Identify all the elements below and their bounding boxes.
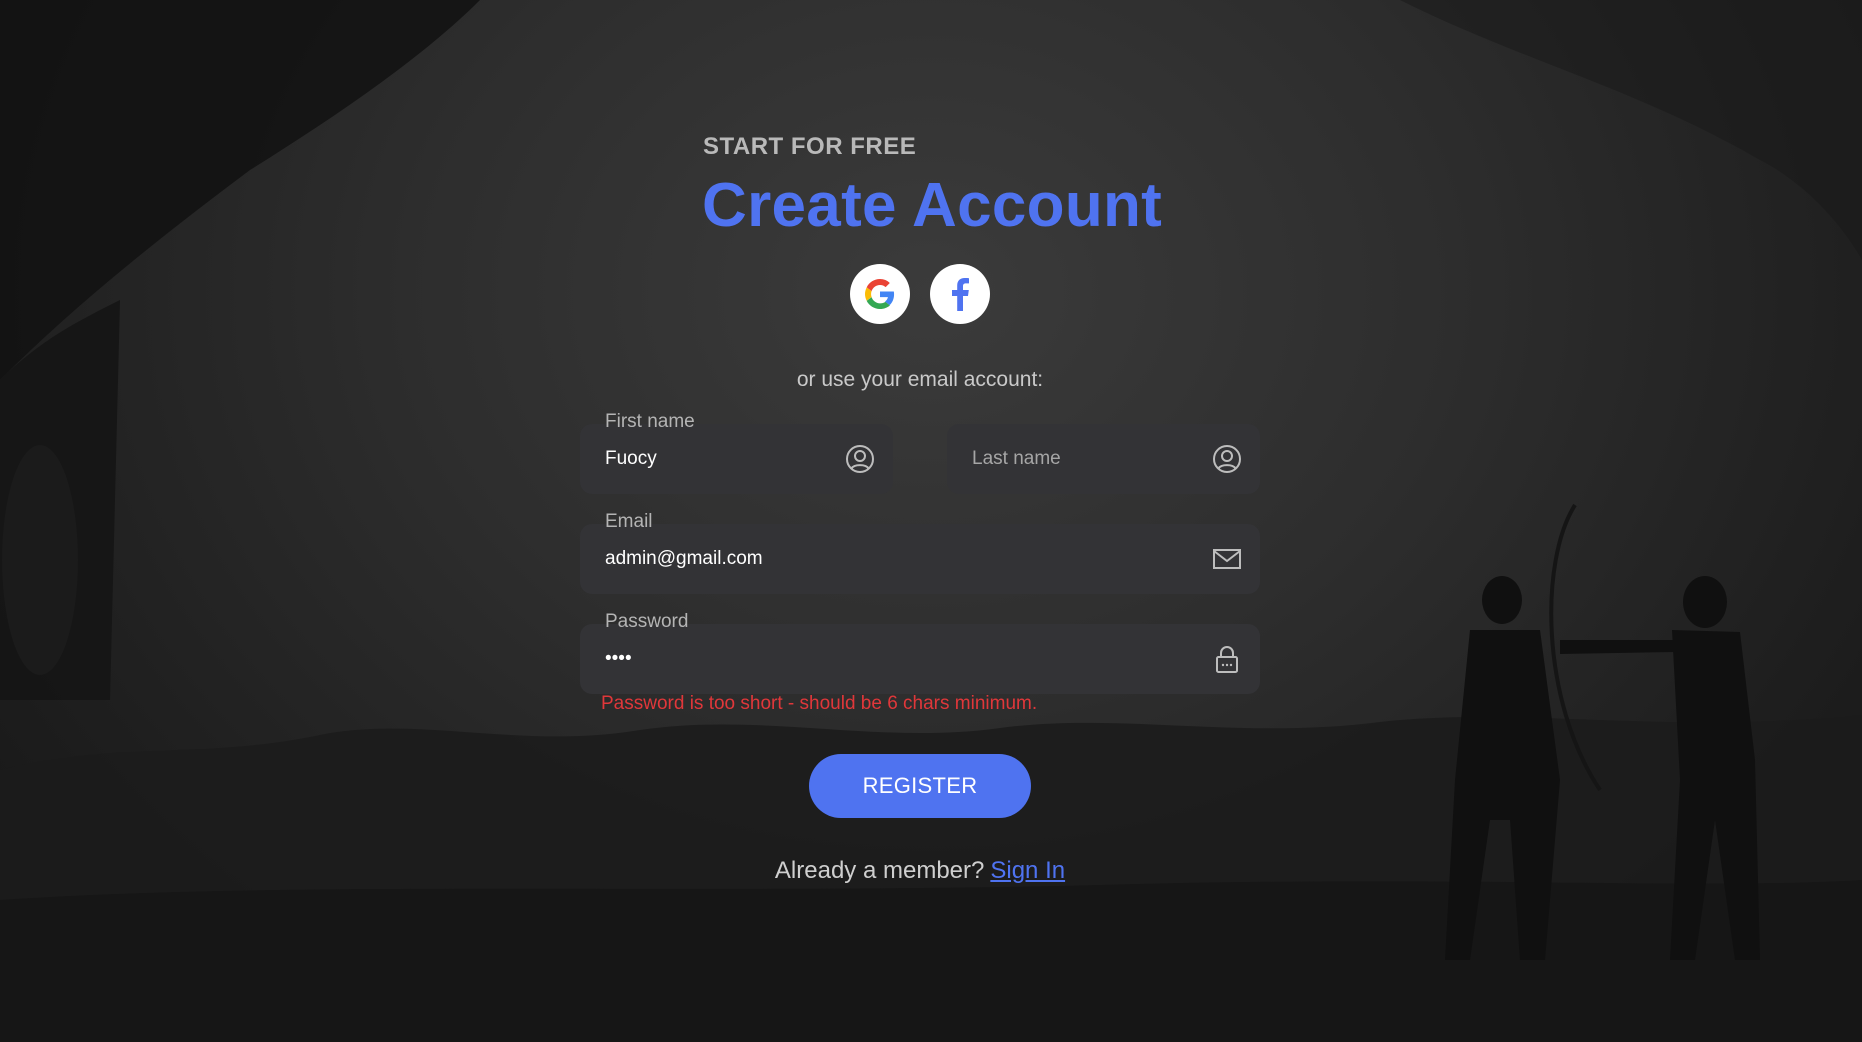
register-button[interactable]: REGISTER xyxy=(809,754,1031,818)
email-label: Email xyxy=(605,511,653,532)
user-circle-icon xyxy=(1213,445,1241,473)
password-input[interactable] xyxy=(605,642,1185,676)
email-input[interactable] xyxy=(605,542,1185,576)
password-error-message: Password is too short - should be 6 char… xyxy=(601,693,1038,714)
signin-prompt: Already a member? Sign In xyxy=(580,857,1260,885)
password-field: Password xyxy=(580,611,1260,694)
password-label: Password xyxy=(605,611,689,632)
register-form: START FOR FREE Create Account or use you… xyxy=(580,0,1260,1042)
first-name-input[interactable] xyxy=(605,442,818,476)
signin-link[interactable]: Sign In xyxy=(990,857,1065,884)
last-name-field xyxy=(947,424,1260,494)
lock-icon xyxy=(1216,646,1238,673)
envelope-icon xyxy=(1213,549,1241,569)
first-name-field: First name xyxy=(580,411,893,494)
last-name-input[interactable] xyxy=(972,442,1185,476)
kicker-text: START FOR FREE xyxy=(703,133,917,160)
user-circle-icon xyxy=(846,445,874,473)
facebook-icon xyxy=(952,278,969,311)
email-field: Email xyxy=(580,511,1260,594)
page-title: Create Account xyxy=(702,171,1163,240)
first-name-label: First name xyxy=(605,411,695,432)
google-signin-button[interactable] xyxy=(850,264,910,324)
google-icon xyxy=(865,279,895,309)
facebook-signin-button[interactable] xyxy=(930,264,990,324)
divider-text: or use your email account: xyxy=(796,368,1044,391)
signin-prompt-text: Already a member? xyxy=(774,857,985,884)
